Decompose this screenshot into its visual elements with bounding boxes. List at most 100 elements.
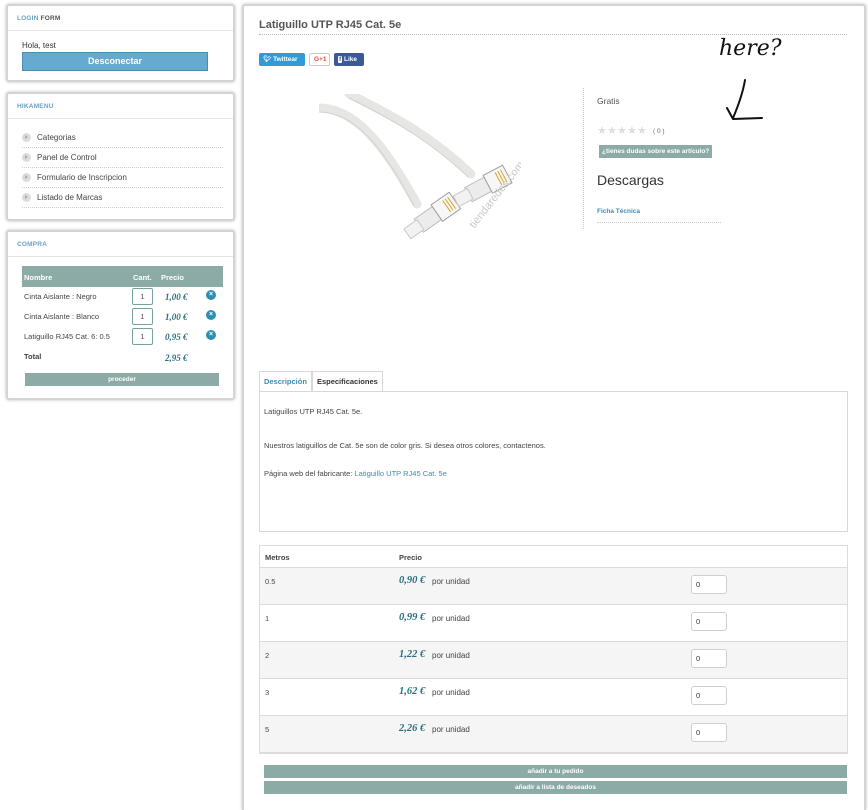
- facebook-label: Like: [343, 56, 357, 63]
- title-divider: [259, 34, 847, 35]
- cart-item-price: 1,00 €: [165, 312, 188, 322]
- cart-total-value: 2,95 €: [165, 353, 188, 363]
- cart-item-name: Cinta Aislante : Negro: [24, 292, 97, 301]
- cart-panel: COMPRA Nombre Cant. Precio Cinta Aislant…: [6, 230, 235, 400]
- menu-item-panel-de-control[interactable]: Panel de Control: [22, 148, 223, 168]
- login-greeting: Hola, test: [22, 41, 56, 50]
- product-image[interactable]: tiendaredes.com: [319, 94, 521, 252]
- menu-item-label: Listado de Marcas: [37, 193, 103, 202]
- cart-header-name: Nombre: [24, 273, 53, 282]
- cart-table: Nombre Cant. Precio Cinta Aislante : Neg…: [22, 266, 223, 365]
- row-price: 2,26 €: [399, 723, 426, 734]
- hikamenu-title: HIKAMENU: [8, 94, 233, 119]
- price-table-row: 5 2,26 € por unidad 0: [260, 716, 847, 753]
- proceed-button[interactable]: proceder: [25, 373, 219, 386]
- row-unit: por unidad: [432, 651, 470, 660]
- row-unit: por unidad: [432, 688, 470, 697]
- price-table-row: 0.5 0,90 € por unidad 0: [260, 568, 847, 605]
- disconnect-button[interactable]: Desconectar: [22, 52, 208, 71]
- price-table-row: 3 1,62 € por unidad 0: [260, 679, 847, 716]
- rating-stars[interactable]: ★ ★ ★ ★ ★ ( 0 ): [597, 125, 665, 136]
- hikamenu-panel: HIKAMENU Categorias Panel de Control For…: [6, 92, 235, 221]
- star-icon[interactable]: ★: [617, 125, 627, 136]
- row-price: 0,90 €: [399, 575, 426, 586]
- downloads-divider: [597, 222, 721, 223]
- login-title-suffix: FORM: [38, 15, 61, 22]
- menu-item-listado-marcas[interactable]: Listado de Marcas: [22, 188, 223, 208]
- twitter-share-button[interactable]: 🐦︎ Twittear: [259, 53, 305, 66]
- product-title: Latiguillo UTP RJ45 Cat. 5e: [259, 19, 402, 31]
- row-meters: 0.5: [265, 577, 276, 586]
- login-form-panel: LOGIN FORM Hola, test Desconectar: [6, 4, 235, 82]
- remove-item-icon[interactable]: ×: [206, 330, 216, 340]
- cart-row: Latiguillo RJ45 Cat. 6: 0.5 1 0,95 € ×: [22, 327, 223, 347]
- cart-header-price: Precio: [161, 273, 184, 282]
- star-icon[interactable]: ★: [627, 125, 637, 136]
- cart-header-row: Nombre Cant. Precio: [22, 266, 223, 287]
- row-quantity-input[interactable]: 0: [691, 612, 727, 631]
- downloads-heading: Descargas: [597, 172, 664, 188]
- gplus-share-button[interactable]: G+1: [309, 53, 330, 66]
- cart-qty-input[interactable]: 1: [132, 328, 153, 345]
- menu-item-label: Categorias: [37, 133, 76, 142]
- row-price: 1,62 €: [399, 686, 426, 697]
- cart-row: Cinta Aislante : Blanco 1 1,00 € ×: [22, 307, 223, 327]
- product-price: Gratis: [597, 96, 620, 106]
- tab-descripcion[interactable]: Descripción: [259, 371, 312, 391]
- share-buttons: 🐦︎ Twittear G+1 f Like: [259, 53, 364, 66]
- bullet-arrow-icon: [22, 193, 31, 202]
- manufacturer-link[interactable]: Latiguillo UTP RJ45 Cat. 5e: [354, 469, 446, 478]
- twitter-label: Twittear: [273, 56, 298, 63]
- price-table-header: Metros Precio: [260, 546, 847, 568]
- add-to-wishlist-button[interactable]: añadir a lista de deseados: [264, 781, 847, 794]
- tab-content-description: Latiguillos UTP RJ45 Cat. 5e. Nuestros l…: [259, 391, 848, 532]
- star-icon[interactable]: ★: [637, 125, 647, 136]
- facebook-icon: f: [338, 56, 343, 63]
- row-quantity-input[interactable]: 0: [691, 575, 727, 594]
- product-question-button[interactable]: ¿tienes dudas sobre este artículo?: [599, 145, 713, 158]
- info-divider: [583, 88, 584, 229]
- star-icon[interactable]: ★: [597, 125, 607, 136]
- row-unit: por unidad: [432, 614, 470, 623]
- row-quantity-input[interactable]: 0: [691, 649, 727, 668]
- facebook-like-button[interactable]: f Like: [334, 53, 364, 66]
- menu-item-categorias[interactable]: Categorias: [22, 128, 223, 148]
- cart-header-qty: Cant.: [133, 273, 152, 282]
- manufacturer-label: Página web del fabricante:: [264, 469, 355, 478]
- handwritten-arrow-icon: [726, 79, 763, 120]
- menu-item-formulario-inscripcion[interactable]: Formulario de Inscripcion: [22, 168, 223, 188]
- cart-title: COMPRA: [8, 232, 233, 257]
- cart-row: Cinta Aislante : Negro 1 1,00 € ×: [22, 287, 223, 307]
- row-quantity-input[interactable]: 0: [691, 686, 727, 705]
- cart-qty-input[interactable]: 1: [132, 308, 153, 325]
- menu-item-label: Formulario de Inscripcion: [37, 173, 127, 182]
- remove-item-icon[interactable]: ×: [206, 310, 216, 320]
- row-meters: 2: [265, 651, 270, 660]
- login-title-prefix: LOGIN: [17, 15, 39, 22]
- row-meters: 1: [265, 614, 270, 623]
- tab-especificaciones[interactable]: Especificaciones: [311, 371, 383, 391]
- cart-item-name: Cinta Aislante : Blanco: [24, 312, 100, 321]
- bullet-arrow-icon: [22, 133, 31, 142]
- price-table-row: 2 1,22 € por unidad 0: [260, 642, 847, 679]
- header-meters: Metros: [265, 553, 290, 562]
- product-main-panel: Latiguillo UTP RJ45 Cat. 5e 🐦︎ Twittear …: [242, 4, 866, 810]
- bullet-arrow-icon: [22, 153, 31, 162]
- row-quantity-input[interactable]: 0: [691, 723, 727, 742]
- star-icon[interactable]: ★: [607, 125, 617, 136]
- cart-item-name: Latiguillo RJ45 Cat. 6: 0.5: [24, 332, 110, 341]
- product-tabs: Descripción Especificaciones: [259, 371, 383, 391]
- bullet-arrow-icon: [22, 173, 31, 182]
- add-to-order-button[interactable]: añadir a tu pedido: [264, 765, 847, 778]
- row-meters: 5: [265, 725, 270, 734]
- row-unit: por unidad: [432, 725, 470, 734]
- cart-total-row: Total 2,95 €: [22, 347, 223, 365]
- datasheet-link[interactable]: Ficha Técnica: [597, 208, 640, 215]
- rating-count: ( 0 ): [653, 127, 665, 135]
- price-table: Metros Precio 0.5 0,90 € por unidad 0 1 …: [259, 545, 848, 754]
- cart-qty-input[interactable]: 1: [132, 288, 153, 305]
- remove-item-icon[interactable]: ×: [206, 290, 216, 300]
- manufacturer-line: Página web del fabricante: Latiguillo UT…: [264, 469, 447, 478]
- row-price: 0,99 €: [399, 612, 426, 623]
- menu-item-label: Panel de Control: [37, 153, 97, 162]
